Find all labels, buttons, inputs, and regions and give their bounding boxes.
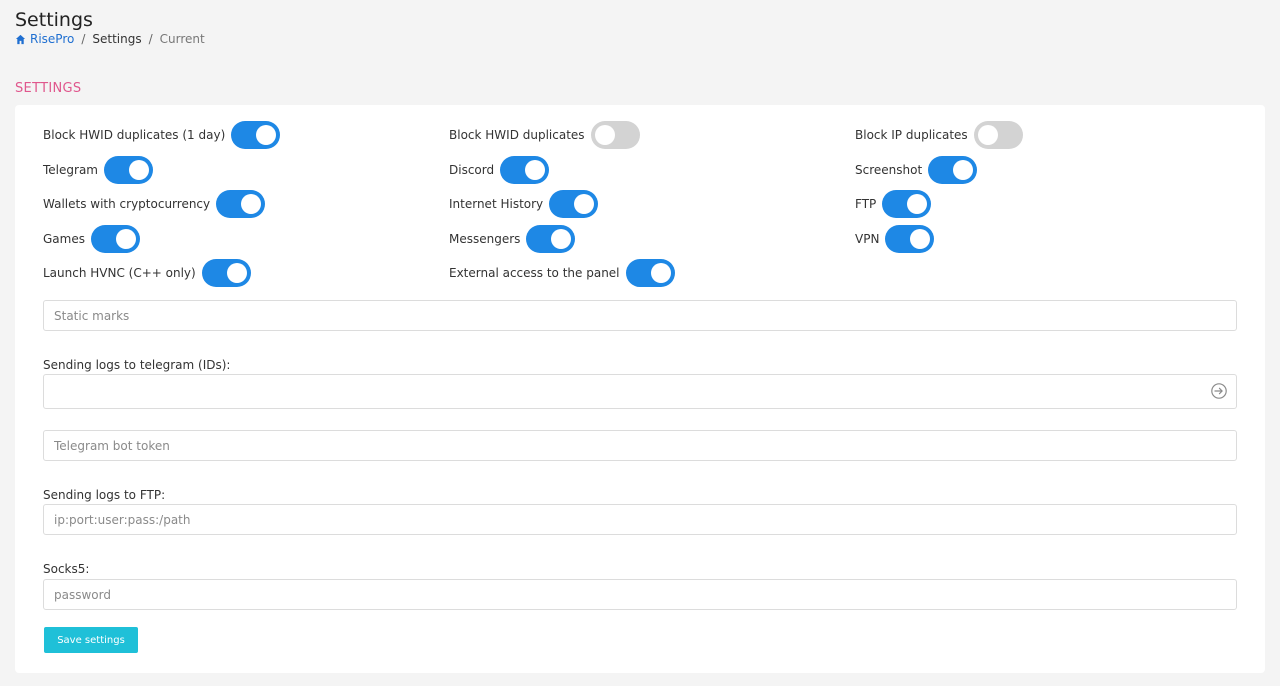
breadcrumb-separator: / [81,32,86,46]
toggle-row-external-access: External access to the panel [449,259,675,287]
toggle-label: Internet History [449,197,544,211]
toggle-label: Wallets with cryptocurrency [43,197,211,211]
toggle-label: Discord [449,163,495,177]
toggle-label: Block IP duplicates [855,128,968,142]
toggle-switch[interactable] [882,190,932,218]
toggle-switch[interactable] [625,259,675,287]
toggle-switch[interactable] [885,225,935,253]
toggle-label: Games [43,232,85,246]
toggle-row-screenshot: Screenshot [855,156,978,184]
toggle-label: Messengers [449,232,521,246]
toggle-row-internet-history: Internet History [449,190,599,218]
toggle-switch[interactable] [90,225,140,253]
settings-card: Block HWID duplicates (1 day) Block HWID… [15,105,1265,673]
home-icon [15,34,26,44]
breadcrumb-current: Current [159,32,205,46]
socks5-input[interactable] [43,579,1237,610]
toggle-row-games: Games [43,225,140,253]
arrow-right-circle-icon[interactable] [1210,382,1228,400]
page-title: Settings [15,9,93,31]
toggle-row-block-ip: Block IP duplicates [855,121,1023,149]
toggle-label: Block HWID duplicates (1 day) [43,128,226,142]
socks5-label: Socks5: [43,562,90,576]
toggle-switch[interactable] [500,156,550,184]
toggle-switch[interactable] [103,156,153,184]
toggle-switch[interactable] [231,121,281,149]
toggle-label: Launch HVNC (C++ only) [43,266,196,280]
breadcrumb-home-label: RisePro [30,32,75,46]
toggle-knob [256,125,277,145]
ftp-label: Sending logs to FTP: [43,488,166,502]
toggle-label: VPN [855,232,880,246]
toggle-row-ftp: FTP [855,190,932,218]
toggle-row-wallets: Wallets with cryptocurrency [43,190,266,218]
breadcrumb-settings-link[interactable]: Settings [92,32,141,46]
toggle-label: External access to the panel [449,266,620,280]
toggle-knob [525,160,546,180]
toggle-knob [953,160,974,180]
toggle-label: Screenshot [855,163,923,177]
toggle-switch[interactable] [526,225,576,253]
toggle-row-block-hwid-1day: Block HWID duplicates (1 day) [43,121,281,149]
breadcrumb-home-link[interactable]: RisePro [15,32,74,46]
toggle-switch[interactable] [928,156,978,184]
toggle-switch[interactable] [201,259,251,287]
ftp-input[interactable] [43,504,1237,535]
toggle-knob [551,229,572,249]
toggle-knob [650,263,671,283]
static-marks-input[interactable] [43,300,1237,331]
toggle-knob [128,160,149,180]
telegram-ids-input[interactable] [43,374,1237,409]
toggle-row-vpn: VPN [855,225,935,253]
toggle-knob [226,263,247,283]
telegram-ids-label: Sending logs to telegram (IDs): [43,358,231,372]
toggle-knob [241,194,262,214]
breadcrumb: RisePro / Settings / Current [15,32,205,46]
toggle-row-messengers: Messengers [449,225,576,253]
toggle-row-telegram: Telegram [43,156,153,184]
save-settings-button[interactable]: Save settings [44,627,138,653]
toggle-switch[interactable] [590,121,640,149]
toggle-label: FTP [855,197,877,211]
toggle-label: Block HWID duplicates [449,128,585,142]
toggle-knob [977,125,998,145]
toggle-knob [574,194,595,214]
toggle-label: Telegram [43,163,98,177]
toggle-knob [115,229,136,249]
toggle-row-hvnc: Launch HVNC (C++ only) [43,259,251,287]
toggle-row-discord: Discord [449,156,550,184]
toggle-knob [907,194,928,214]
toggle-switch[interactable] [216,190,266,218]
toggle-switch[interactable] [549,190,599,218]
section-title: SETTINGS [15,81,82,96]
toggle-knob [910,229,931,249]
toggle-switch[interactable] [973,121,1023,149]
toggle-knob [594,125,615,145]
telegram-bot-token-input[interactable] [43,430,1237,461]
breadcrumb-separator: / [148,32,153,46]
toggle-row-block-hwid: Block HWID duplicates [449,121,640,149]
